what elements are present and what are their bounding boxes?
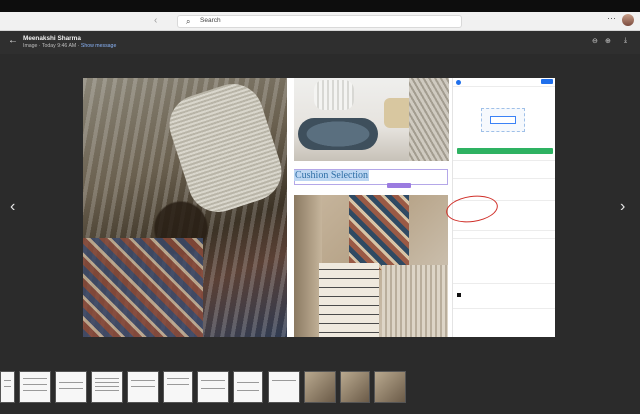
panel-divider <box>453 160 555 161</box>
app-logo-icon <box>456 80 461 85</box>
rug-2 <box>319 263 379 337</box>
thumbnail[interactable] <box>163 371 193 403</box>
selection-tag <box>387 183 411 188</box>
spacing-inner <box>490 116 516 124</box>
thumbnail[interactable] <box>233 371 263 403</box>
spacing-box <box>481 108 525 132</box>
living-room-photo <box>83 78 290 337</box>
avatar[interactable] <box>622 14 634 26</box>
nav-back-icon[interactable]: ‹ <box>154 15 157 26</box>
panel-action-button[interactable] <box>457 148 553 154</box>
rug-roll <box>294 195 322 337</box>
image-meta: Image · Today 9:46 AM · Show message <box>23 43 116 49</box>
panel-divider <box>453 238 555 239</box>
panel-divider <box>453 86 555 87</box>
rug-shape <box>83 238 203 337</box>
sender-name: Meenakshi Sharma <box>23 35 81 42</box>
pillow-shape <box>161 78 290 220</box>
rug-1 <box>349 195 409 270</box>
design-page: Cushion Selection <box>291 78 451 337</box>
browser-titlebar: ‹ ⌕ Search ⋯ <box>0 12 640 31</box>
search-box[interactable]: ⌕ Search <box>177 15 462 28</box>
download-icon[interactable]: ⤓ <box>624 37 627 45</box>
thumbnail[interactable] <box>340 371 370 403</box>
share-button[interactable] <box>541 79 553 84</box>
thumbnail[interactable] <box>197 371 229 403</box>
panel-divider <box>453 283 555 284</box>
thumbnail[interactable] <box>55 371 87 403</box>
thumbnail[interactable] <box>268 371 300 403</box>
thumbnail[interactable] <box>127 371 159 403</box>
viewer-header: ← Meenakshi Sharma Image · Today 9:46 AM… <box>0 31 640 54</box>
chevron-left-icon[interactable]: ‹ <box>10 198 15 216</box>
more-icon[interactable]: ⋯ <box>607 13 616 24</box>
zoom-in-icon[interactable]: ⊕ <box>605 37 611 45</box>
search-input[interactable]: Search <box>200 17 221 24</box>
system-bar <box>0 0 640 12</box>
cushion-4 <box>298 118 378 150</box>
thumbnail[interactable] <box>19 371 51 403</box>
color-swatch[interactable] <box>457 293 461 297</box>
rugs-photo <box>294 195 448 337</box>
panel-divider <box>453 178 555 179</box>
search-icon: ⌕ <box>186 17 191 26</box>
thumbnail[interactable] <box>0 371 15 403</box>
panel-divider <box>453 230 555 231</box>
panel-divider <box>453 308 555 309</box>
thumbnail[interactable] <box>374 371 406 403</box>
cushion-3 <box>409 78 449 161</box>
zoom-out-icon[interactable]: ⊖ <box>592 37 598 45</box>
arrow-left-icon[interactable]: ← <box>8 35 18 46</box>
thumbnail[interactable] <box>91 371 123 403</box>
caption-heading: Cushion Selection <box>294 170 370 181</box>
chevron-right-icon[interactable]: › <box>620 198 625 216</box>
thumbnail[interactable] <box>304 371 336 403</box>
show-message-link[interactable]: Show message <box>81 43 116 49</box>
cushions-photo <box>294 78 449 161</box>
image-timestamp: Image · Today 9:46 AM · <box>23 43 81 49</box>
cushion-1 <box>314 80 354 110</box>
rug-3 <box>382 265 448 337</box>
thumbnail-strip <box>0 366 640 414</box>
